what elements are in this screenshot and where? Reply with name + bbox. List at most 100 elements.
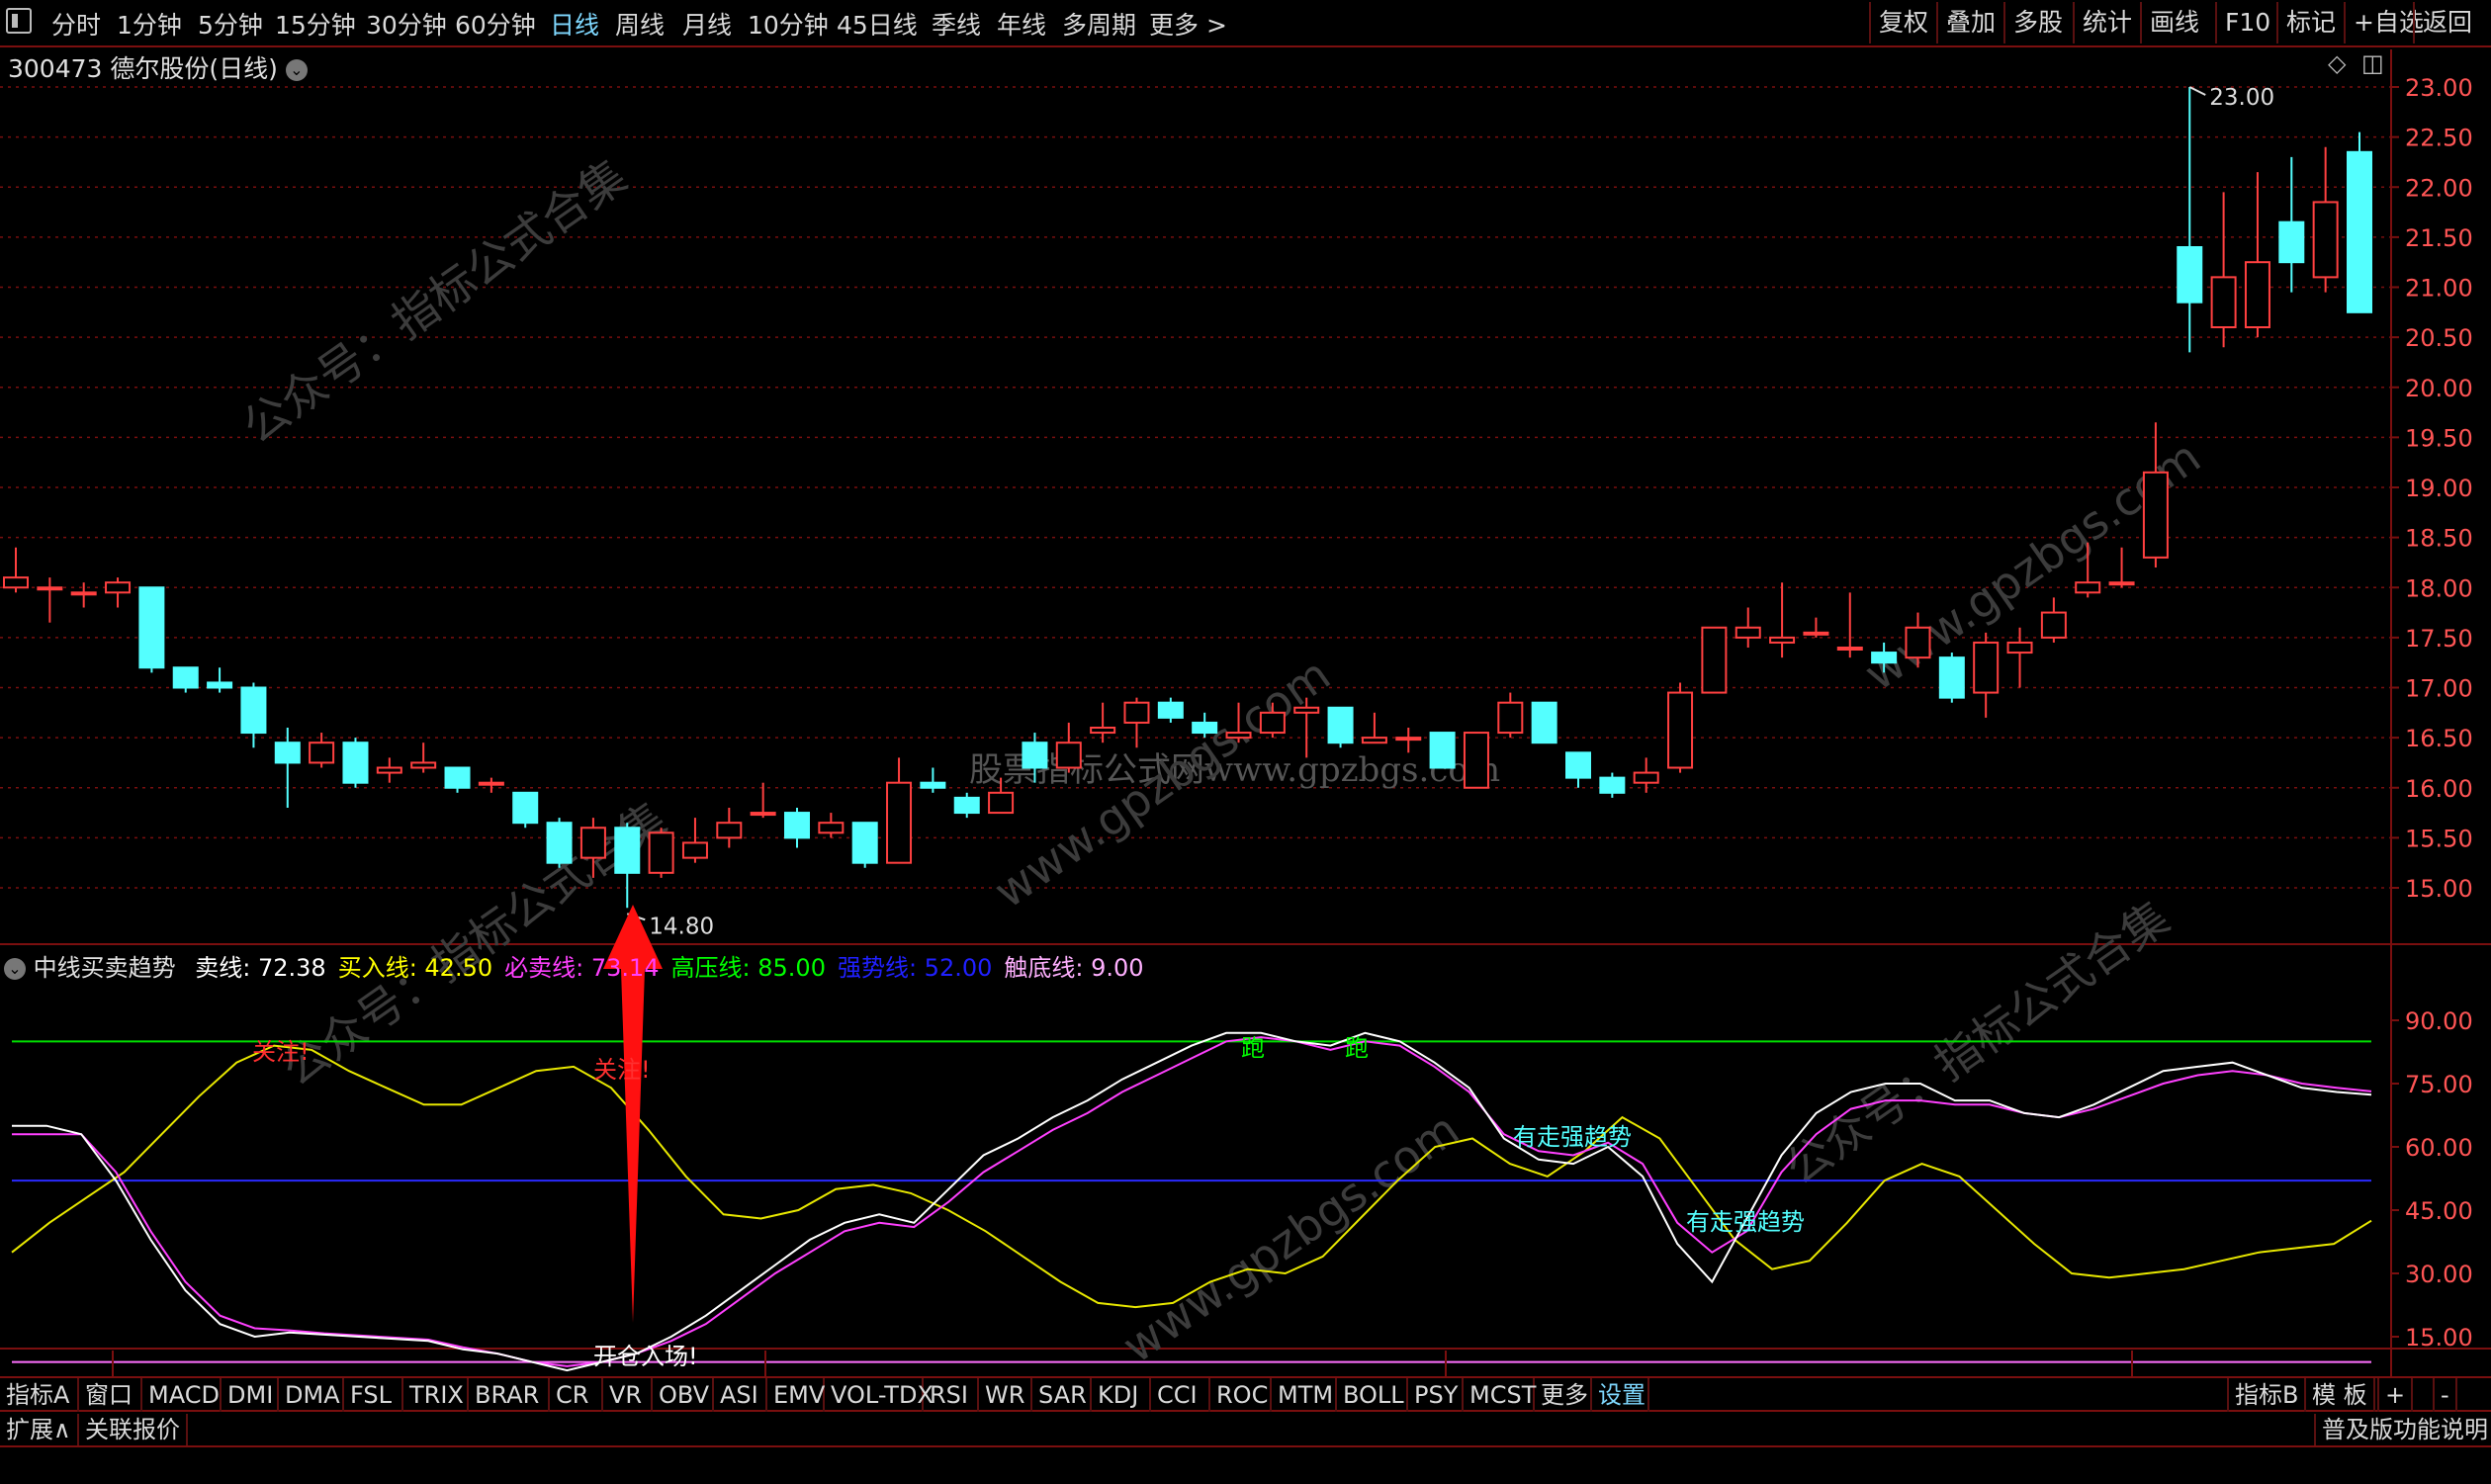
low-price-label: 14.80 (649, 914, 714, 939)
indicator-tab-10[interactable]: OBV (653, 1378, 714, 1412)
candle-body (2278, 220, 2305, 264)
indicator-tab-8[interactable]: CR (550, 1378, 603, 1412)
bottom-right-button-2[interactable]: + (2377, 1378, 2414, 1412)
indicator-value-5: 触底线: 9.00 (1004, 954, 1144, 982)
candle-body (309, 742, 335, 764)
candle-body (1429, 732, 1456, 769)
indicator-value-4: 强势线: 52.00 (837, 954, 993, 982)
indicator-tab-4[interactable]: DMA (279, 1378, 344, 1412)
candle-body (681, 841, 708, 859)
candle-body (2210, 276, 2237, 328)
price-axis-label: 20.50 (2405, 324, 2473, 352)
candle-body (1225, 732, 1252, 740)
candle-body (988, 791, 1015, 815)
indicator-axis-label: 45.00 (2405, 1197, 2473, 1225)
indicator-tab-20[interactable]: MTM (1272, 1378, 1337, 1412)
indicator-tab-11[interactable]: ASI (714, 1378, 767, 1412)
watermark-diagonal: www.gpzbgs.com (1112, 1102, 1468, 1373)
candle-body (1259, 711, 1286, 735)
expand-button[interactable]: 扩展∧ (0, 1414, 79, 1445)
candle-body (172, 666, 199, 689)
candle-body (1769, 636, 1796, 644)
bottom-right-button-1[interactable]: 模 板 (2304, 1378, 2375, 1412)
candle-body (1361, 737, 1387, 744)
candle-body (2108, 581, 2135, 586)
indicator-tab-25[interactable]: 设置 (1592, 1378, 1649, 1412)
indicator-tab-16[interactable]: SAR (1032, 1378, 1092, 1412)
indicator-toggle-icon[interactable]: ⌄ (4, 958, 26, 980)
candle-body (2347, 150, 2372, 313)
chart-area[interactable]: 23.00 22.50 22.00 21.50 21.00 20.50 20.00 19.50… (0, 0, 2491, 1376)
indicator-value-1: 买入线: 42.50 (337, 954, 493, 982)
buy-line-series (11, 1044, 2372, 1309)
candle-body (1327, 706, 1354, 744)
indicator-tab-18[interactable]: CCI (1151, 1378, 1210, 1412)
candle-body (614, 827, 641, 874)
watermark-diagonal: 公众号：指标公式合集 (232, 149, 636, 454)
price-axis-label: 20.00 (2405, 375, 2473, 402)
candle-body (953, 796, 980, 815)
price-axis-label: 15.50 (2405, 825, 2473, 852)
indicator-tab-22[interactable]: PSY (1408, 1378, 1464, 1412)
indicator-name: 中线买卖趋势 (33, 954, 176, 982)
annotation-strong1: 有走强趋势 (1513, 1123, 1632, 1151)
related-quote-button[interactable]: 关联报价 (79, 1414, 188, 1445)
indicator-tab-0[interactable]: 指标A (0, 1378, 79, 1412)
candle-body (1735, 626, 1761, 639)
candle-body (579, 827, 606, 859)
price-axis-label: 19.50 (2405, 424, 2473, 452)
indicator-tab-23[interactable]: MCST (1464, 1378, 1536, 1412)
candle-body (886, 781, 913, 864)
candle-body (920, 781, 946, 789)
candle-body (546, 822, 573, 864)
candle-body (1938, 656, 1965, 699)
candle-body (240, 686, 267, 735)
price-axis-label: 23.00 (2405, 74, 2473, 102)
indicator-tab-12[interactable]: EMV (767, 1378, 825, 1412)
candle-body (2075, 581, 2101, 594)
annotation-run2: 跑 (1345, 1034, 1369, 1062)
annotation-strong2: 有走强趋势 (1686, 1208, 1805, 1236)
indicator-tab-21[interactable]: BOLL (1337, 1378, 1408, 1412)
annotation-attention1: 关注! (252, 1038, 310, 1066)
candle-body (138, 586, 165, 669)
indicator-tab-15[interactable]: WR (979, 1378, 1032, 1412)
indicator-value-3: 高压线: 85.00 (670, 954, 826, 982)
indicator-axis-label: 75.00 (2405, 1071, 2473, 1098)
indicator-tab-2[interactable]: MACD (142, 1378, 222, 1412)
candle-body (1836, 647, 1863, 651)
indicator-tab-17[interactable]: KDJ (1092, 1378, 1151, 1412)
indicator-tab-6[interactable]: TRIX (403, 1378, 469, 1412)
indicator-tab-3[interactable]: DMI (222, 1378, 279, 1412)
indicator-tab-24[interactable]: 更多 (1535, 1378, 1592, 1412)
candle-body (784, 812, 810, 839)
bottom-right-button-3[interactable]: - (2433, 1378, 2457, 1412)
price-axis-label: 21.00 (2405, 275, 2473, 303)
indicator-tab-19[interactable]: ROC (1210, 1378, 1272, 1412)
candle-body (105, 581, 132, 594)
candle-body (1463, 732, 1489, 789)
indicator-tab-13[interactable]: VOL-TDX (825, 1378, 934, 1412)
candle-body (1667, 691, 1694, 769)
high-price-label: 23.00 (2209, 85, 2274, 111)
indicator-header: ⌄ 中线买卖趋势 卖线: 72.38 买入线: 42.50 必卖线: 73.14 高压… (4, 948, 1144, 983)
price-axis-label: 22.50 (2405, 125, 2473, 152)
indicator-tab-5[interactable]: FSL (344, 1378, 403, 1412)
candle-body (274, 742, 301, 764)
candle-body (3, 576, 29, 589)
indicator-tab-7[interactable]: BRAR (469, 1378, 550, 1412)
high-marker-arrow (2188, 86, 2206, 96)
indicator-tab-14[interactable]: RSI (924, 1378, 979, 1412)
candle-body (1157, 701, 1184, 719)
indicator-axis-label: 90.00 (2405, 1007, 2473, 1035)
bottom-right-button-0[interactable]: 指标B (2227, 1378, 2307, 1412)
price-axis-label: 17.50 (2405, 625, 2473, 653)
indicator-tab-9[interactable]: VR (603, 1378, 653, 1412)
help-button[interactable]: 普及版功能说明 (2314, 1414, 2491, 1445)
indicator-tab-bar: 指标A 窗口 MACD DMI DMA FSL TRIX BRAR CR VR OBV ASI EMV V… (0, 1376, 2491, 1412)
indicator-tab-1[interactable]: 窗口 (79, 1378, 142, 1412)
price-axis-label: 16.00 (2405, 775, 2473, 803)
candle-body (1633, 771, 1659, 784)
price-axis-label: 19.00 (2405, 475, 2473, 502)
indicator-axis-label: 30.00 (2405, 1261, 2473, 1288)
